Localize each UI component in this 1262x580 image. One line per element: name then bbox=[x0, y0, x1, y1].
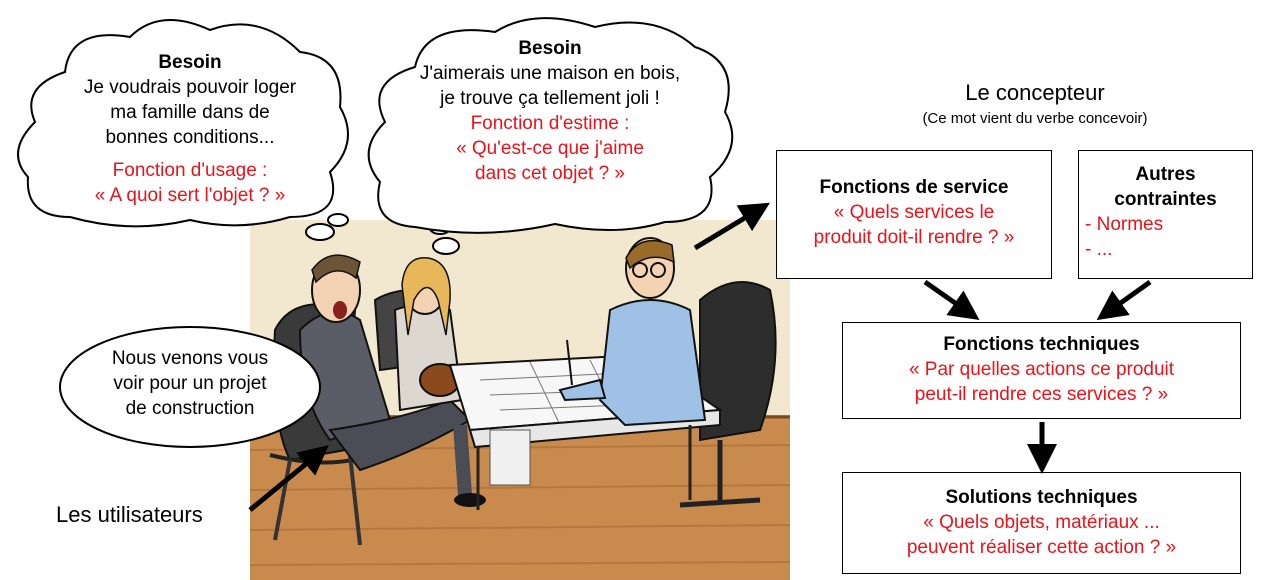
box-constraints-item: - Normes bbox=[1085, 214, 1164, 235]
box-technical-title: Fonctions techniques bbox=[943, 334, 1140, 355]
box-constraints-title: contraintes bbox=[1114, 189, 1217, 210]
box-service-functions: Fonctions de service « Quels services le… bbox=[776, 150, 1052, 279]
designer-subtitle: (Ce mot vient du verbe concevoir) bbox=[922, 110, 1148, 127]
box-service-line: produit doit-il rendre ? » bbox=[813, 227, 1015, 248]
box-service-line: « Quels services le bbox=[833, 202, 995, 223]
box-other-constraints: Autres contraintes - Normes - ... bbox=[1078, 150, 1253, 279]
speech-line: voir pour un projet bbox=[113, 373, 267, 394]
bubble-middle-title: Besoin bbox=[518, 38, 582, 59]
box-constraints-title: Autres bbox=[1135, 164, 1196, 185]
bubble-middle-function-label: Fonction d'estime : bbox=[470, 113, 630, 134]
designer-title: Le concepteur bbox=[965, 80, 1105, 105]
bubble-left-text: Besoin Je voudrais pouvoir loger ma fami… bbox=[40, 50, 340, 208]
bubble-left-function-question: « A quoi sert l'objet ? » bbox=[94, 185, 286, 206]
box-solutions-line: peuvent réaliser cette action ? » bbox=[906, 537, 1177, 558]
bubble-middle-function-line: « Qu'est-ce que j'aime bbox=[456, 138, 644, 159]
speech-line: de construction bbox=[125, 398, 255, 419]
bubble-left-line: bonnes conditions... bbox=[105, 127, 275, 148]
box-constraints-item: - ... bbox=[1085, 239, 1113, 260]
bubble-middle-text: Besoin J'aimerais une maison en bois, je… bbox=[375, 36, 725, 186]
bubble-left-function-label: Fonction d'usage : bbox=[112, 160, 268, 181]
bubble-left-line: Je voudrais pouvoir loger bbox=[83, 77, 297, 98]
box-technical-line: « Par quelles actions ce produit bbox=[908, 359, 1175, 380]
box-solutions-line: « Quels objets, matériaux ... bbox=[923, 512, 1160, 533]
box-technical-functions: Fonctions techniques « Par quelles actio… bbox=[842, 322, 1241, 419]
bubble-left-title: Besoin bbox=[158, 52, 222, 73]
bubble-middle-line: je trouve ça tellement joli ! bbox=[440, 88, 660, 109]
bubble-middle-line: J'aimerais une maison en bois, bbox=[419, 63, 681, 84]
box-technical-line: peut-il rendre ces services ? » bbox=[914, 384, 1169, 405]
box-technical-solutions: Solutions techniques « Quels objets, mat… bbox=[842, 472, 1241, 574]
speech-line: Nous venons vous bbox=[111, 348, 269, 369]
bubble-middle-function-line: dans cet objet ? » bbox=[475, 163, 625, 184]
box-solutions-title: Solutions techniques bbox=[945, 487, 1138, 508]
speech-bubble-text: Nous venons vous voir pour un projet de … bbox=[70, 346, 310, 421]
box-service-title: Fonctions de service bbox=[819, 177, 1009, 198]
bubble-left-line: ma famille dans de bbox=[110, 102, 270, 123]
users-label: Les utilisateurs bbox=[56, 502, 203, 527]
